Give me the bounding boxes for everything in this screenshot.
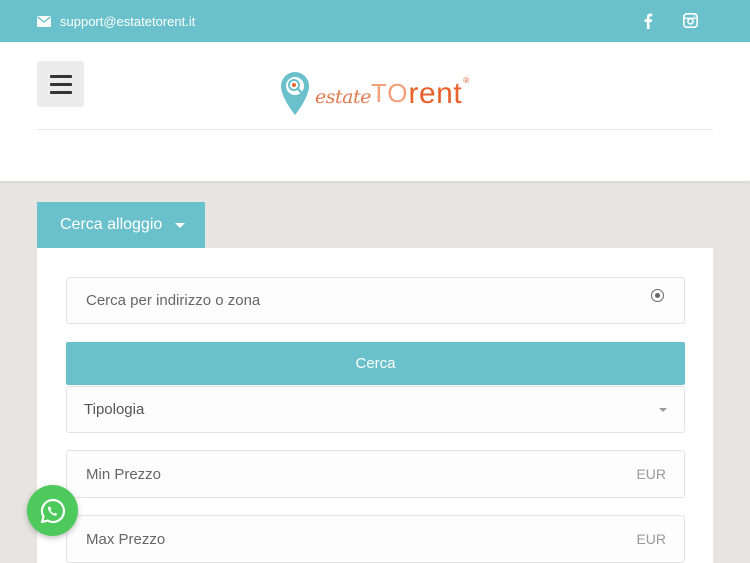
header-divider [37, 129, 713, 130]
address-search-input[interactable]: Cerca per indirizzo o zona [66, 277, 685, 324]
search-button[interactable]: Cerca [66, 342, 685, 385]
caret-down-icon [175, 222, 186, 228]
whatsapp-button[interactable] [27, 485, 78, 536]
search-tab-label: Cerca alloggio [60, 216, 163, 233]
menu-button[interactable] [37, 61, 84, 107]
min-price-input[interactable]: Min Prezzo EUR [66, 450, 685, 498]
tipologia-label: Tipologia [84, 401, 145, 418]
facebook-icon[interactable] [643, 13, 653, 29]
hamburger-icon [49, 74, 72, 78]
envelope-icon [37, 16, 51, 27]
whatsapp-icon [40, 498, 65, 523]
address-placeholder: Cerca per indirizzo o zona [86, 292, 261, 309]
currency-label: EUR [636, 466, 666, 482]
instagram-icon[interactable] [683, 13, 698, 28]
logo-text-estate: estate [315, 86, 371, 108]
logo-text-rent: rent [408, 77, 463, 110]
site-logo[interactable]: estate TO rent ® [279, 70, 469, 116]
search-button-label: Cerca [355, 355, 396, 372]
top-bar: support@estatetorent.it [0, 0, 750, 42]
support-email-link[interactable]: support@estatetorent.it [37, 14, 195, 29]
tipologia-select[interactable]: Tipologia [66, 386, 685, 433]
registered-mark: ® [463, 76, 470, 85]
logo-text-to: TO [370, 78, 409, 108]
max-price-input[interactable]: Max Prezzo EUR [66, 515, 685, 563]
support-email: support@estatetorent.it [60, 14, 196, 29]
max-price-placeholder: Max Prezzo [86, 530, 166, 548]
map-pin-logo-icon [281, 72, 309, 115]
locate-icon[interactable] [651, 289, 664, 302]
dropdown-arrow-icon [659, 408, 667, 412]
currency-label: EUR [636, 531, 666, 547]
search-tab[interactable]: Cerca alloggio [37, 202, 205, 248]
site-header: estate TO rent ® [0, 42, 750, 181]
min-price-placeholder: Min Prezzo [86, 465, 162, 483]
